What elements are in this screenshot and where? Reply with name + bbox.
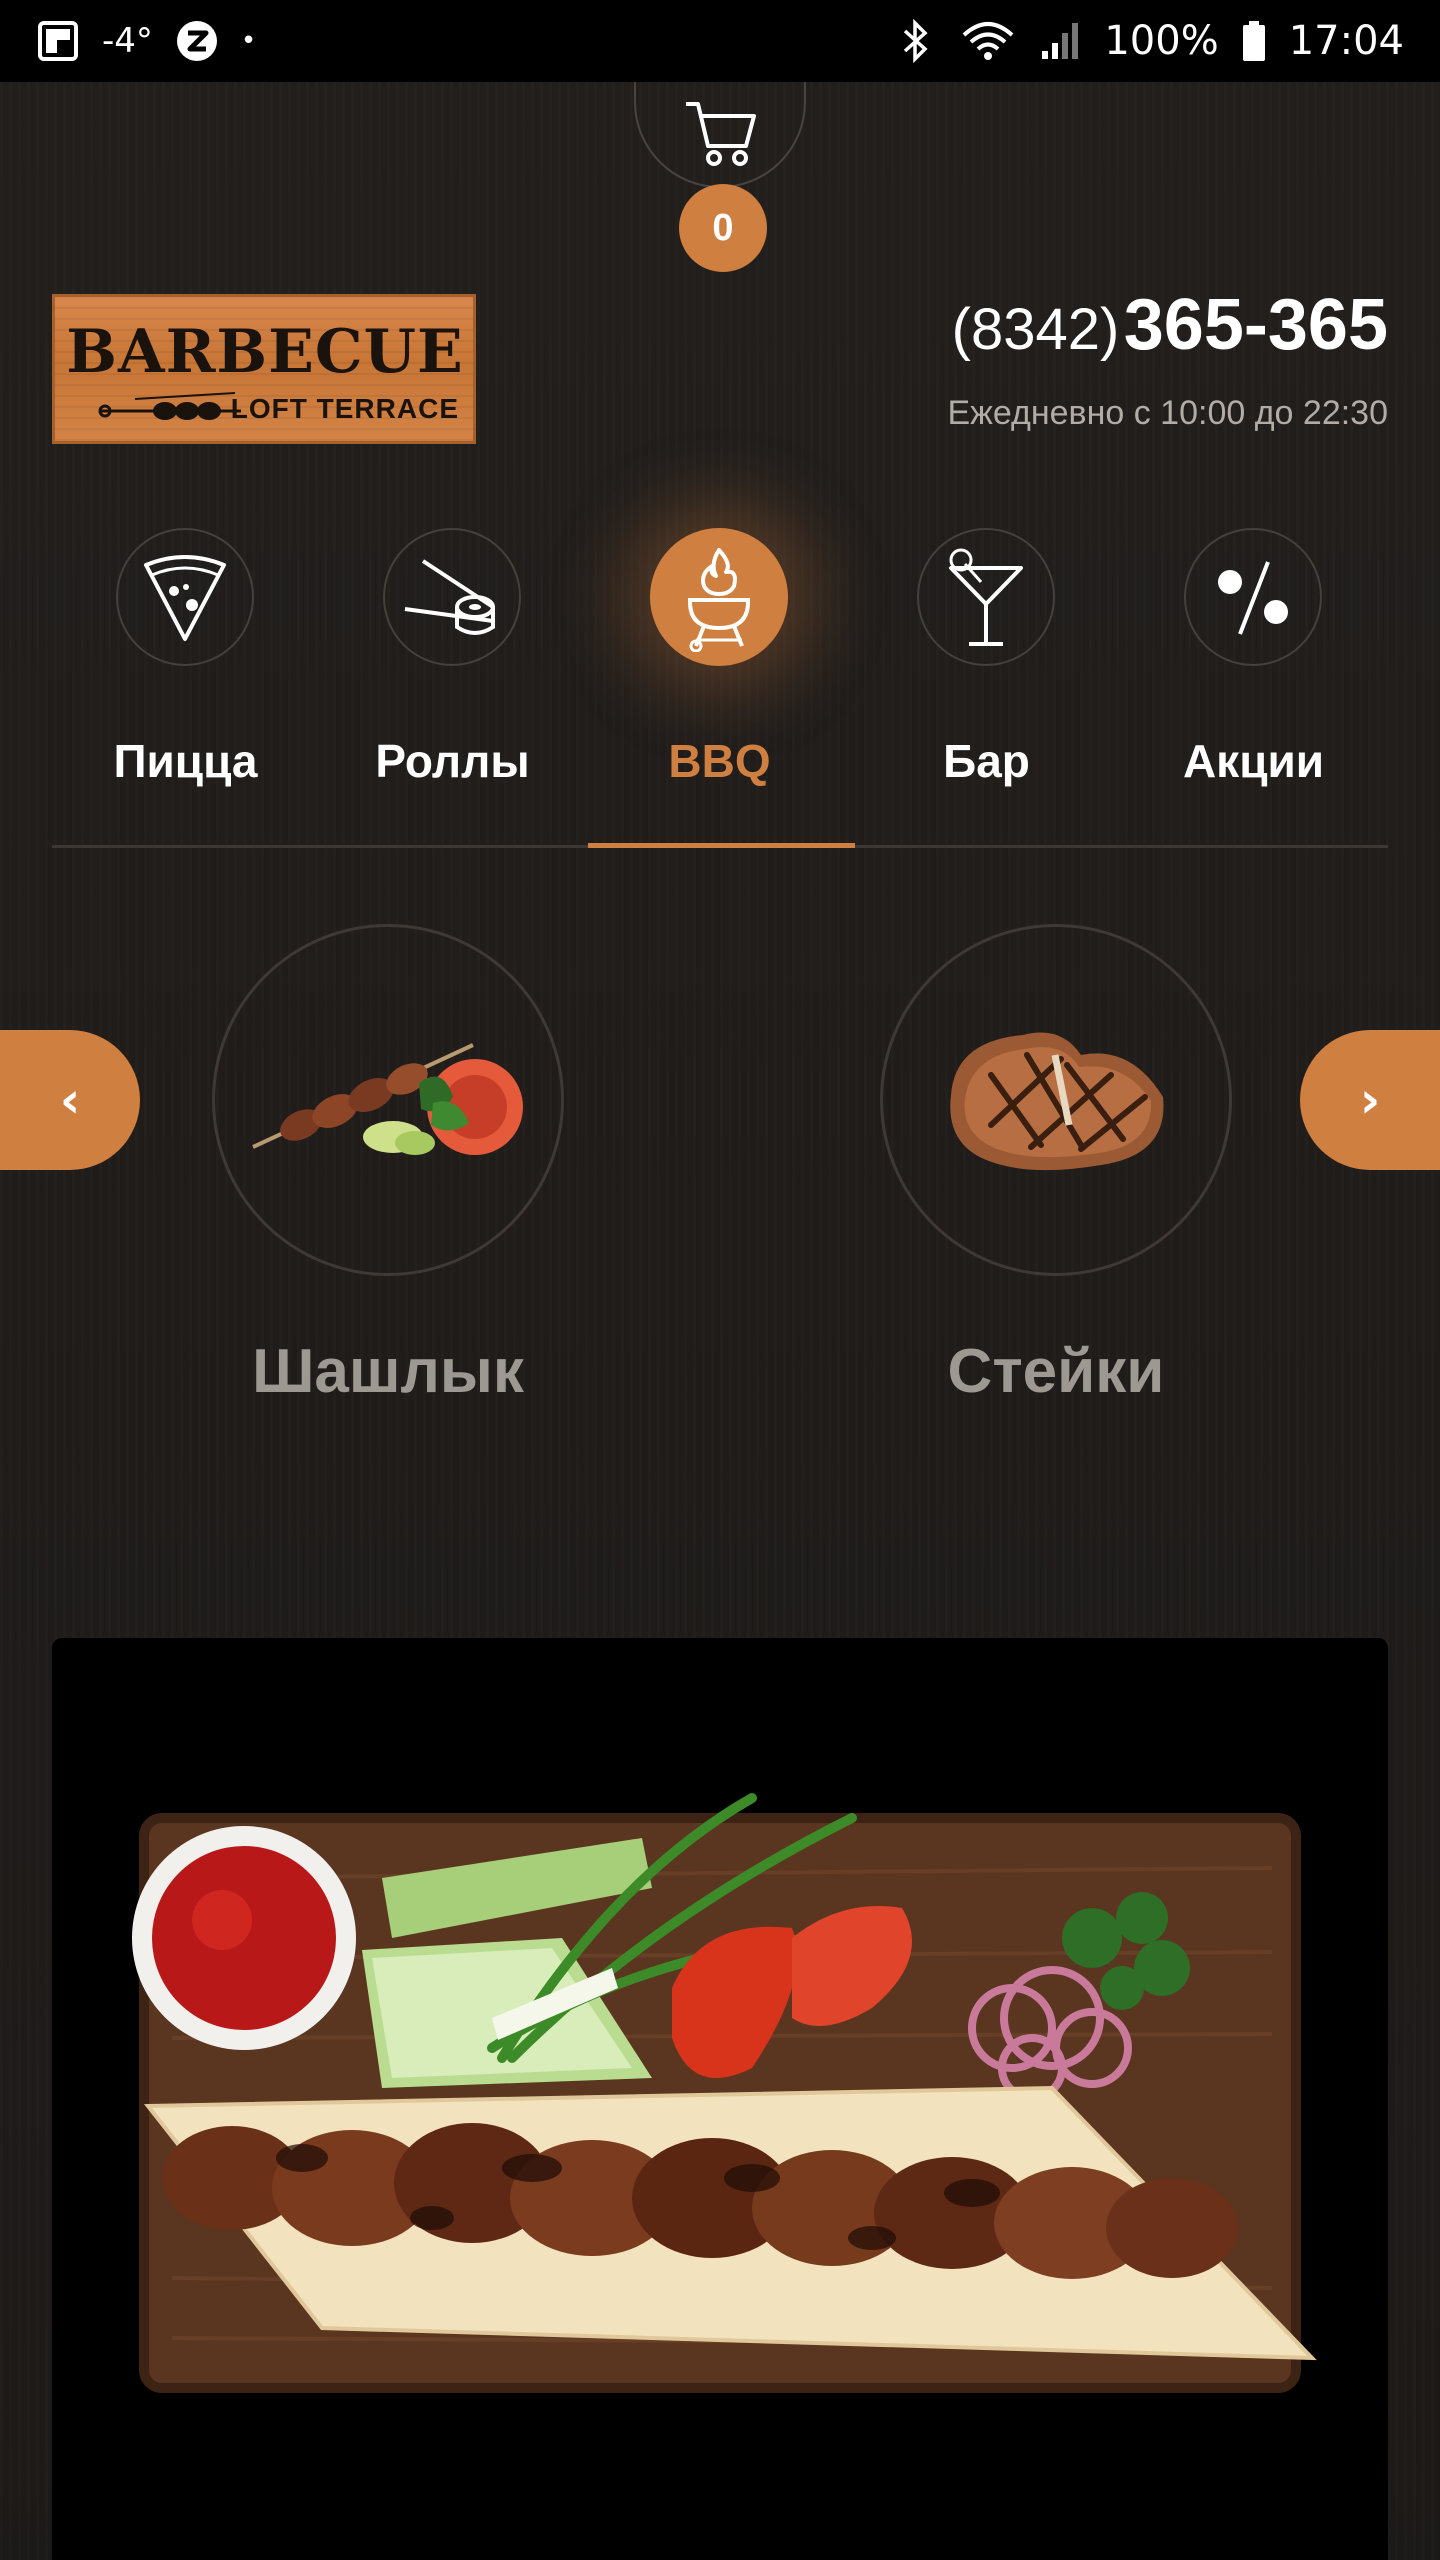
category-active-indicator bbox=[588, 843, 855, 848]
logo-subtitle: LOFT TERRACE bbox=[230, 393, 459, 424]
rolls-icon bbox=[383, 528, 521, 666]
shashlik-dish-image bbox=[132, 1793, 1317, 2393]
signal-icon bbox=[1038, 19, 1082, 63]
flipboard-icon bbox=[36, 19, 80, 63]
product-card[interactable] bbox=[52, 1638, 1388, 2560]
category-tab-rolls[interactable]: Роллы bbox=[319, 524, 586, 850]
carousel-next-button[interactable]: › bbox=[1300, 1030, 1440, 1170]
z-app-icon bbox=[175, 19, 219, 63]
category-label-bar: Бар bbox=[943, 735, 1030, 787]
notification-dot: • bbox=[240, 26, 257, 56]
category-label-bbq: BBQ bbox=[668, 735, 771, 787]
cocktail-icon bbox=[917, 528, 1055, 666]
category-tab-bbq[interactable]: BBQ bbox=[586, 524, 853, 850]
restaurant-logo[interactable]: BARBECUE LOFT TERRACE bbox=[52, 294, 476, 444]
category-label-promo: Акции bbox=[1182, 735, 1325, 787]
grill-icon bbox=[650, 528, 788, 666]
logo-title: BARBECUE bbox=[66, 317, 464, 387]
wifi-icon bbox=[960, 19, 1016, 63]
cart-count-badge[interactable]: 0 bbox=[679, 184, 767, 272]
carousel-prev-button[interactable]: ‹ bbox=[0, 1030, 140, 1170]
category-label-pizza: Пицца bbox=[113, 735, 258, 787]
category-tab-bar[interactable]: Бар bbox=[853, 524, 1120, 850]
skewer-logo-icon bbox=[98, 392, 241, 420]
status-bar: -4° • 100% 17:04 bbox=[0, 0, 1440, 82]
bluetooth-icon bbox=[894, 19, 938, 63]
category-label-rolls: Роллы bbox=[375, 735, 530, 787]
battery-icon bbox=[1241, 19, 1267, 63]
category-tab-pizza[interactable]: Пицца bbox=[52, 524, 319, 850]
shashlik-image bbox=[212, 924, 564, 1276]
category-nav: Пицца Роллы BBQ Бар Акции bbox=[52, 524, 1388, 850]
phone-code: (8342) bbox=[951, 297, 1120, 362]
pizza-icon bbox=[116, 528, 254, 666]
temperature-text: -4° bbox=[102, 21, 153, 61]
subcategory-label-steaks: Стейки bbox=[947, 1337, 1165, 1406]
subcategory-label-shashlik: Шашлык bbox=[252, 1337, 524, 1406]
category-tab-promo[interactable]: Акции bbox=[1120, 524, 1387, 850]
phone-main-number: 365-365 bbox=[1123, 285, 1388, 365]
opening-hours: Ежедневно с 10:00 до 22:30 bbox=[947, 394, 1388, 432]
steak-image bbox=[880, 924, 1232, 1276]
clock: 17:04 bbox=[1288, 18, 1404, 64]
percent-icon bbox=[1184, 528, 1322, 666]
phone-number-link[interactable]: (8342) 365-365 bbox=[952, 284, 1388, 366]
cart-icon bbox=[680, 96, 760, 176]
battery-percent: 100% bbox=[1104, 18, 1219, 64]
